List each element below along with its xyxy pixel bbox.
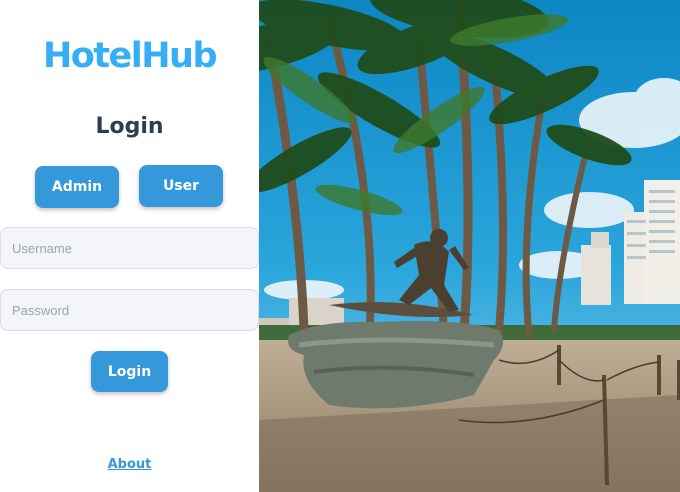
hero-photo-illustration [259,0,680,492]
hero-image [259,0,680,492]
username-input[interactable] [0,227,259,269]
about-link[interactable]: About [0,457,259,472]
login-panel: HotelHub Login Admin User Login About [0,0,259,492]
login-submit-button[interactable]: Login [91,351,168,392]
password-input[interactable] [0,289,259,331]
page-title: Login [95,114,164,139]
admin-role-button[interactable]: Admin [35,166,119,208]
user-role-button[interactable]: User [139,165,223,207]
brand-logo: HotelHub [42,36,218,76]
